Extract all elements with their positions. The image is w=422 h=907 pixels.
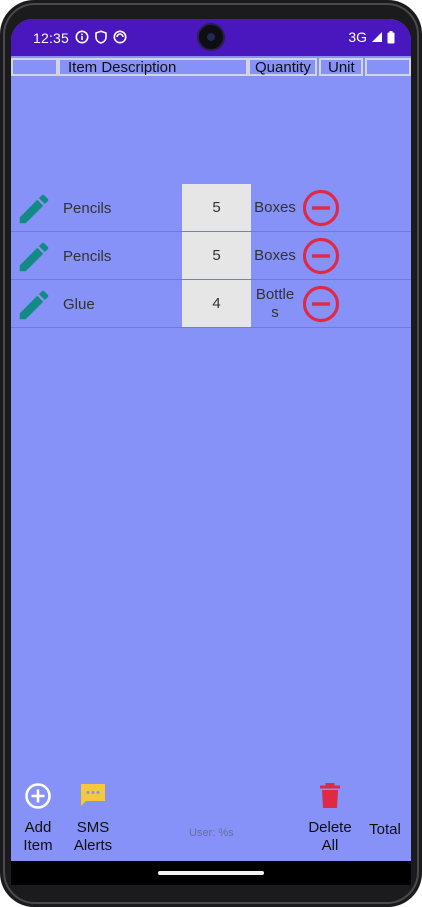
trash-icon (320, 783, 340, 808)
front-camera (199, 25, 223, 49)
sms-alerts-label: SMS Alerts (73, 819, 113, 854)
edit-icon[interactable] (15, 286, 53, 324)
item-name: Pencils (63, 200, 112, 217)
user-label: User: %s (189, 827, 234, 839)
quantity-field[interactable]: 4 (182, 280, 251, 327)
item-unit: Boxes (254, 198, 296, 216)
status-bar: 12:35 3G (11, 19, 411, 56)
delete-all-label: Delete All (308, 819, 352, 854)
remove-item-icon[interactable] (301, 284, 341, 324)
app-screen: 12:35 3G Item Description Quantity Unit (11, 19, 411, 885)
info-icon (75, 30, 89, 44)
add-circle-icon (25, 783, 51, 809)
table-header: Item Description Quantity Unit (11, 58, 411, 78)
edit-icon[interactable] (15, 190, 53, 228)
list-item: Glue 4 Bottles (11, 280, 411, 328)
item-unit: Boxes (254, 246, 296, 264)
add-item-label: Add Item (23, 819, 53, 854)
sync-icon (113, 30, 127, 44)
bottom-action-bar: Add Item SMS Alerts User: %s Delete All … (11, 779, 411, 861)
battery-icon (387, 30, 395, 43)
total-button[interactable]: Total (363, 821, 407, 839)
header-unit: Unit (319, 58, 363, 76)
status-icons-left (75, 30, 127, 44)
add-item-button[interactable]: Add Item (17, 779, 59, 855)
remove-item-icon[interactable] (301, 188, 341, 228)
sms-alerts-button[interactable]: SMS Alerts (69, 779, 117, 855)
header-cell-end (365, 58, 411, 76)
item-name: Glue (63, 296, 95, 313)
item-name: Pencils (63, 248, 112, 265)
home-gesture-handle[interactable] (158, 871, 264, 875)
item-list: Pencils 5 Boxes Pencils 5 Boxes Glue 4 B… (11, 184, 411, 328)
header-item-description: Item Description (58, 58, 248, 76)
list-item: Pencils 5 Boxes (11, 184, 411, 232)
item-unit: Bottles (255, 285, 295, 321)
shield-icon (95, 30, 107, 44)
header-cell-blank (11, 58, 58, 76)
total-label: Total (369, 821, 401, 838)
quantity-field[interactable]: 5 (182, 184, 251, 231)
sms-icon (81, 784, 105, 806)
quantity-field[interactable]: 5 (182, 232, 251, 279)
navigation-bar (11, 861, 411, 885)
header-quantity: Quantity (248, 58, 317, 76)
status-icons-right: 3G (348, 29, 395, 45)
status-time: 12:35 (33, 30, 70, 46)
remove-item-icon[interactable] (301, 236, 341, 276)
network-type: 3G (348, 29, 367, 45)
signal-icon (372, 32, 382, 42)
delete-all-button[interactable]: Delete All (303, 779, 357, 855)
edit-icon[interactable] (15, 238, 53, 276)
phone-frame: 12:35 3G Item Description Quantity Unit (0, 0, 422, 907)
list-item: Pencils 5 Boxes (11, 232, 411, 280)
